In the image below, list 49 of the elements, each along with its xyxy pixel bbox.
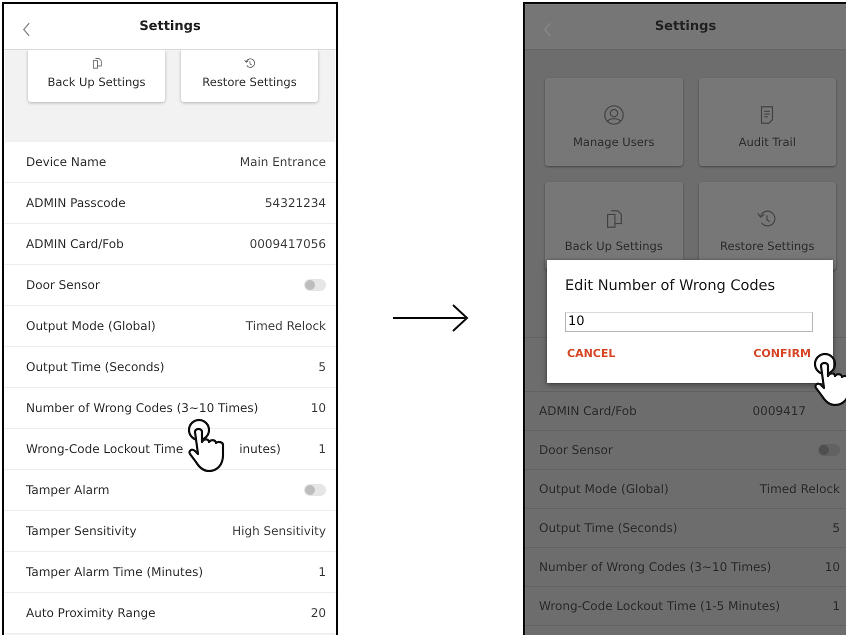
- dialog-title: Edit Number of Wrong Codes: [565, 277, 776, 296]
- dialog-button[interactable]: CANCEL: [565, 342, 618, 366]
- screen-title: Settings: [654, 18, 716, 36]
- setting-label: inutes): [239, 442, 281, 456]
- screen-title: Settings: [139, 18, 201, 36]
- setting-label: Number of Wrong Codes (3~10 Times): [26, 400, 258, 417]
- setting-label: Output Mode (Global): [539, 481, 669, 498]
- setting-value: 0009417056: [250, 236, 326, 253]
- setting-label: Output Mode (Global): [26, 318, 156, 335]
- setting-value: 10: [824, 559, 840, 576]
- settings-tile[interactable]: Back Up Settings: [28, 50, 165, 102]
- setting-value: 1: [318, 564, 326, 581]
- toggle-switch[interactable]: [304, 279, 326, 291]
- setting-value: 5: [318, 359, 326, 376]
- setting-label: Tamper Alarm Time (Minutes): [26, 564, 204, 581]
- setting-value: 1: [832, 598, 840, 615]
- setting-value: 1: [318, 441, 326, 458]
- setting-value: 54321234: [264, 195, 326, 212]
- setting-label: Wrong-Code Lockout Time (1-5 Minutes): [539, 598, 780, 615]
- setting-label: Output Time (Seconds): [539, 520, 678, 537]
- setting-label: Wrong-Code Lockout Time: [26, 442, 184, 456]
- setting-label: Device Name: [26, 154, 106, 171]
- setting-value: High Sensitivity: [232, 523, 326, 540]
- setting-label: Door Sensor: [539, 442, 613, 459]
- setting-value: 0009417: [752, 403, 806, 420]
- setting-value: Timed Relock: [760, 481, 840, 498]
- setting-value: 10: [310, 400, 326, 417]
- dialog-button[interactable]: CONFIRM: [751, 342, 813, 366]
- setting-label: ADMIN Card/Fob: [539, 403, 637, 420]
- toggle-switch[interactable]: [818, 444, 840, 456]
- settings-tile[interactable]: Restore Settings: [181, 50, 318, 102]
- setting-label: Door Sensor: [26, 277, 100, 294]
- setting-label: Number of Wrong Codes (3~10 Times): [539, 559, 772, 576]
- setting-value: Timed Relock: [246, 318, 326, 335]
- setting-value: 20: [310, 605, 326, 622]
- settings-tile[interactable]: Audit Trail: [698, 78, 836, 166]
- arrow-icon: [390, 302, 470, 332]
- setting-label: Output Time (Seconds): [26, 359, 164, 376]
- setting-label: Auto Proximity Range: [26, 605, 156, 622]
- setting-label: Tamper Sensitivity: [26, 523, 137, 540]
- settings-tile[interactable]: Manage Users: [545, 78, 682, 166]
- number-input[interactable]: 10: [565, 312, 813, 332]
- setting-label: Tamper Alarm: [26, 482, 110, 499]
- setting-label: ADMIN Passcode: [26, 195, 126, 212]
- setting-value: 5: [832, 520, 840, 537]
- setting-value: Main Entrance: [240, 154, 326, 171]
- toggle-switch[interactable]: [304, 484, 326, 496]
- setting-label: ADMIN Card/Fob: [26, 236, 124, 253]
- person-icon: [602, 104, 625, 126]
